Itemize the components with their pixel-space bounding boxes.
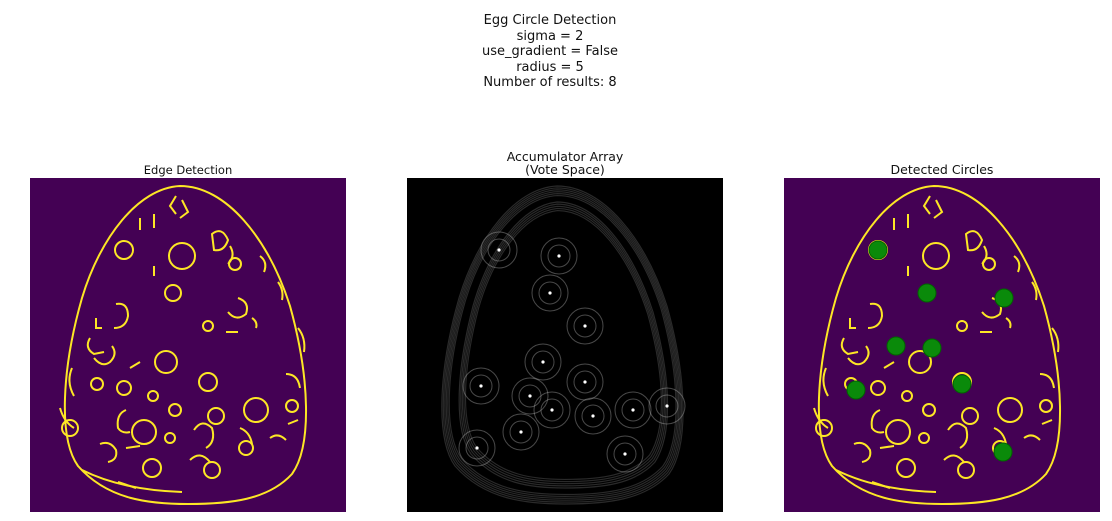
detected-circle	[993, 442, 1013, 462]
figure-title-line: Egg Circle Detection	[483, 13, 617, 28]
detected-circle	[917, 283, 937, 303]
vote-peak	[583, 380, 587, 384]
vote-peak	[541, 360, 545, 364]
edge-detection-panel	[30, 178, 346, 512]
detected-image	[784, 178, 1100, 512]
vote-peak	[583, 324, 587, 328]
vote-peak	[479, 384, 483, 388]
detected-circle	[846, 380, 866, 400]
radius-param: radius = 5	[516, 59, 584, 75]
accumulator-panel	[407, 178, 723, 512]
edge-image	[30, 178, 346, 512]
vote-peak	[631, 408, 635, 412]
detected-panel-title: Detected Circles	[890, 162, 994, 177]
vote-peak	[528, 394, 532, 398]
vote-peak	[623, 452, 627, 456]
use-gradient-param: use_gradient = False	[481, 44, 619, 59]
detected-circle	[922, 338, 942, 358]
vote-peak	[665, 404, 669, 408]
detected-circle	[868, 240, 888, 260]
accumulator-panel-title: Accumulator Array (Vote Space)	[407, 150, 723, 176]
vote-peak	[557, 254, 561, 258]
vote-peak	[519, 430, 523, 434]
vote-peak	[548, 291, 552, 295]
edge-panel-title: Edge Detection	[143, 163, 233, 177]
detected-circle	[952, 374, 972, 394]
detected-circle	[994, 288, 1014, 308]
vote-peak	[550, 408, 554, 412]
vote-peak	[591, 414, 595, 418]
sigma-param: sigma = 2	[516, 28, 584, 44]
detected-circle	[886, 336, 906, 356]
vote-peak	[497, 248, 501, 252]
result-count: Number of results: 8	[483, 75, 617, 90]
accumulator-image	[407, 178, 723, 512]
vote-peak	[475, 446, 479, 450]
detected-circles-panel	[784, 178, 1100, 512]
figure-title: Egg Circle Detection sigma = 2 use_gradi…	[0, 13, 1100, 91]
accumulator-title-line2: (Vote Space)	[525, 162, 605, 177]
